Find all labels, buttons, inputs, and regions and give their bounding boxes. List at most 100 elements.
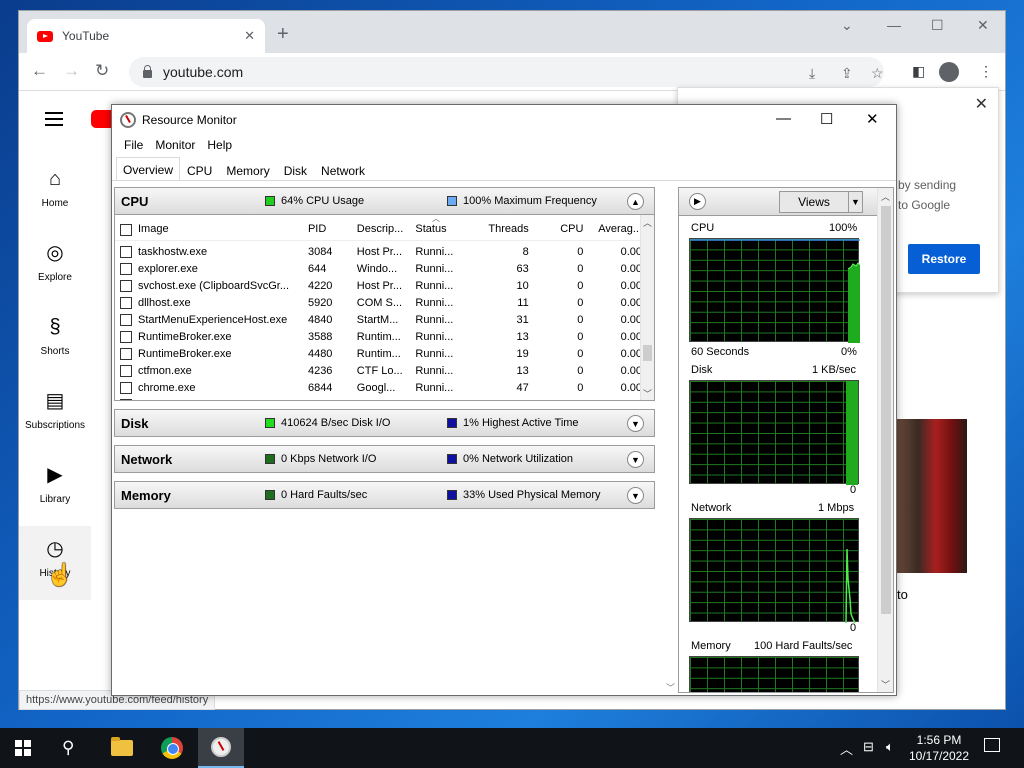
video-title-fragment[interactable]: to xyxy=(897,587,908,602)
select-all-checkbox[interactable] xyxy=(120,224,132,236)
install-icon[interactable]: ⤓ xyxy=(809,65,815,82)
tab-youtube[interactable]: YouTube ✕ xyxy=(27,19,265,53)
chevron-right-icon[interactable]: ▶ xyxy=(689,193,706,210)
graph-pane-scrollbar[interactable]: ︿ ﹀ xyxy=(877,188,893,692)
profile-avatar[interactable] xyxy=(939,62,959,82)
network-tray-icon[interactable]: ⊟ xyxy=(863,739,874,755)
row-checkbox[interactable] xyxy=(120,381,132,394)
memory-used-swatch xyxy=(447,490,457,500)
tab-close-icon[interactable]: ✕ xyxy=(244,28,255,44)
volume-icon[interactable]: 🔈︎ xyxy=(886,739,894,755)
row-checkbox[interactable] xyxy=(120,330,132,343)
table-row[interactable]: RuntimeBroker.exe 3588 Runtim... Runni... 13… xyxy=(115,328,642,345)
tab-overview[interactable]: Overview xyxy=(116,157,181,180)
table-row[interactable]: chrome.exe 6844 Googl... Runni... 47 0 0.00 xyxy=(115,379,642,396)
menu-kebab-icon[interactable]: ⋮ xyxy=(979,63,993,80)
tab-memory[interactable]: Memory xyxy=(219,159,276,181)
tab-search-chevron-icon[interactable]: ⌄ xyxy=(841,17,853,34)
share-icon[interactable]: ⇪ xyxy=(841,65,853,82)
row-checkbox[interactable] xyxy=(120,296,132,309)
row-checkbox[interactable] xyxy=(120,347,132,360)
row-checkbox[interactable] xyxy=(120,364,132,377)
taskbar-file-explorer[interactable] xyxy=(99,728,145,768)
hamburger-menu-icon[interactable] xyxy=(45,112,63,126)
sidebar-item-home[interactable]: ⌂ Home xyxy=(19,156,91,230)
disk-section-header[interactable]: Disk 410624 B/sec Disk I/O 1% Highest Ac… xyxy=(114,409,655,437)
row-checkbox[interactable] xyxy=(120,245,132,258)
tab-cpu[interactable]: CPU xyxy=(180,159,219,181)
tab-disk[interactable]: Disk xyxy=(277,159,314,181)
resmon-close-icon[interactable]: ✕ xyxy=(866,110,879,128)
row-checkbox[interactable] xyxy=(120,262,132,275)
views-dropdown[interactable]: Views ▼ xyxy=(779,191,863,213)
resmon-minimize-icon[interactable]: — xyxy=(776,110,791,127)
reload-icon[interactable]: ↻ xyxy=(95,61,109,81)
cpu-table-scrollbar[interactable]: ︿ ﹀ xyxy=(640,215,654,400)
resmon-titlebar[interactable]: Resource Monitor — ☐ ✕ xyxy=(112,105,896,135)
col-description[interactable]: Descrip... xyxy=(357,215,416,240)
pane-splitter[interactable]: ﹀ xyxy=(665,187,677,693)
memory-section-header[interactable]: Memory 0 Hard Faults/sec 33% Used Physic… xyxy=(114,481,655,509)
taskbar-resource-monitor[interactable] xyxy=(198,728,244,768)
minimize-icon[interactable]: — xyxy=(887,17,901,33)
left-pane-scroll-down-icon[interactable]: ﹀ xyxy=(666,681,675,694)
col-cpu[interactable]: CPU xyxy=(529,215,583,240)
scroll-up-icon[interactable]: ︿ xyxy=(643,216,652,229)
search-icon[interactable]: ⚲ xyxy=(62,738,74,758)
menu-help[interactable]: Help xyxy=(201,135,238,157)
tray-overflow-icon[interactable]: ︿ xyxy=(840,739,853,758)
col-average[interactable]: Averag... xyxy=(583,215,642,240)
scroll-up-icon[interactable]: ︿ xyxy=(881,190,890,203)
new-tab-icon[interactable]: + xyxy=(277,23,289,46)
menu-file[interactable]: File xyxy=(118,135,149,157)
maximize-icon[interactable]: ☐ xyxy=(931,17,944,34)
table-row[interactable]: taskhostw.exe 3084 Host Pr... Runni... 8 0 0.0… xyxy=(115,243,642,260)
scroll-thumb[interactable] xyxy=(643,345,652,361)
scroll-down-icon[interactable]: ﹀ xyxy=(881,678,890,691)
table-row[interactable]: explorer.exe 644 Windo... Runni... 63 0 0.00 xyxy=(115,260,642,277)
chevron-up-icon[interactable]: ▲ xyxy=(627,193,644,210)
table-row[interactable]: chrome.exe6360Googl...Runni...1000.00 xyxy=(115,396,642,400)
col-pid[interactable]: PID xyxy=(308,215,357,240)
sidebar-item-shorts[interactable]: § Shorts xyxy=(19,304,91,378)
table-row[interactable]: RuntimeBroker.exe 4480 Runtim... Runni... 19… xyxy=(115,345,642,362)
address-bar[interactable]: youtube.com ⤓ ⇪ ☆ xyxy=(129,57,884,87)
row-checkbox[interactable] xyxy=(120,279,132,292)
taskbar-chrome[interactable] xyxy=(149,728,195,768)
resmon-maximize-icon[interactable]: ☐ xyxy=(820,110,833,128)
table-row[interactable]: dllhost.exe 5920 COM S... Runni... 11 0 0.00 xyxy=(115,294,642,311)
menu-monitor[interactable]: Monitor xyxy=(149,135,201,157)
table-row[interactable]: svchost.exe (ClipboardSvcGr... 4220 Host P… xyxy=(115,277,642,294)
side-panel-icon[interactable]: ◧ xyxy=(912,63,925,80)
table-row[interactable]: StartMenuExperienceHost.exe 4840 StartM...… xyxy=(115,311,642,328)
restore-button[interactable]: Restore xyxy=(908,244,980,274)
windows-start-icon[interactable] xyxy=(15,740,31,756)
sidebar-item-explore[interactable]: ◎ Explore xyxy=(19,230,91,304)
table-row[interactable]: ctfmon.exe 4236 CTF Lo... Runni... 13 0 0.00 xyxy=(115,362,642,379)
col-status[interactable]: Status xyxy=(415,215,470,240)
close-window-icon[interactable]: ✕ xyxy=(977,17,989,34)
sidebar-item-library[interactable]: ▶ Library xyxy=(19,452,91,526)
scroll-down-icon[interactable]: ﹀ xyxy=(643,387,652,400)
system-clock[interactable]: 1:56 PM 10/17/2022 xyxy=(908,732,970,764)
col-threads[interactable]: Threads xyxy=(470,215,528,240)
cpu-frequency-swatch xyxy=(447,196,457,206)
popup-close-icon[interactable]: ✕ xyxy=(975,94,988,114)
chevron-down-icon[interactable]: ▼ xyxy=(627,451,644,468)
chevron-down-icon[interactable]: ▼ xyxy=(627,487,644,504)
network-section-header[interactable]: Network 0 Kbps Network I/O 0% Network Ut… xyxy=(114,445,655,473)
disk-active-stat: 1% Highest Active Time xyxy=(447,417,579,429)
bookmark-star-icon[interactable]: ☆ xyxy=(871,65,884,82)
forward-icon[interactable]: → xyxy=(63,61,80,81)
video-thumbnail[interactable] xyxy=(897,419,967,573)
scroll-thumb[interactable] xyxy=(881,206,891,614)
back-icon[interactable]: ← xyxy=(31,61,48,81)
row-checkbox[interactable] xyxy=(120,313,132,326)
notification-icon[interactable] xyxy=(984,738,1000,752)
row-checkbox[interactable] xyxy=(120,398,132,400)
chevron-down-icon[interactable]: ▼ xyxy=(627,415,644,432)
tab-network[interactable]: Network xyxy=(314,159,372,181)
col-image[interactable]: Image xyxy=(138,215,308,240)
cpu-section-header[interactable]: CPU 64% CPU Usage 100% Maximum Frequency… xyxy=(114,187,655,215)
sidebar-item-subscriptions[interactable]: ▤ Subscriptions xyxy=(19,378,91,452)
